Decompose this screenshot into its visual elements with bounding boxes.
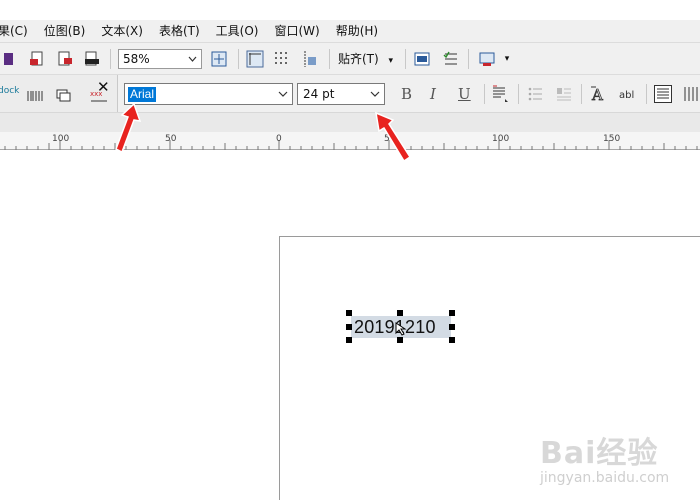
export-icon[interactable]: [56, 50, 74, 68]
selection-handle[interactable]: [346, 310, 352, 316]
menu-bar: 果(C) 位图(B) 文本(X) 表格(T) 工具(O) 窗口(W) 帮助(H): [0, 20, 700, 42]
italic-button[interactable]: I: [430, 85, 436, 103]
selection-handle[interactable]: [449, 310, 455, 316]
full-screen-preview-icon[interactable]: [210, 50, 228, 68]
bold-button[interactable]: B: [401, 85, 412, 103]
import-icon[interactable]: [29, 50, 47, 68]
selection-handle[interactable]: [346, 337, 352, 343]
welcome-screen-icon[interactable]: [413, 50, 431, 68]
bullet-list-icon[interactable]: [527, 85, 545, 103]
ruler-ticks: [4, 140, 698, 150]
ruler-label: 50: [165, 134, 177, 144]
svg-text:xxx: xxx: [90, 90, 102, 98]
toolbar-separator: [238, 49, 239, 69]
ruler-label: 100: [492, 134, 510, 144]
chevron-down-icon: [278, 87, 288, 97]
menu-effects[interactable]: 果(C): [0, 20, 36, 42]
toolbar-separator: [468, 49, 469, 69]
snap-to-button[interactable]: 贴齐(T) ▾: [338, 50, 393, 68]
chevron-down-icon: [188, 50, 197, 75]
baidu-watermark: Bai经验 jingyan.baidu.com: [530, 422, 700, 492]
horizontal-ruler[interactable]: 100 50 0 50 100 150: [0, 132, 700, 150]
watermark-brand: Bai经验: [540, 436, 659, 471]
font-size-value: 24 pt: [303, 87, 335, 101]
font-size-select[interactable]: 24 pt: [297, 83, 385, 105]
application-launcher-icon[interactable]: [478, 50, 496, 68]
docker-panel: ✕ dock xxx: [0, 75, 118, 113]
text-frame-icon[interactable]: [654, 85, 672, 103]
chevron-down-icon: [370, 87, 380, 97]
selection-handle[interactable]: [397, 310, 403, 316]
selection-handle[interactable]: [346, 324, 352, 330]
caret-down-icon: ▾: [388, 56, 394, 66]
options-icon[interactable]: [442, 50, 460, 68]
ruler-label: 50: [384, 134, 396, 144]
title-strip: [0, 0, 700, 20]
edit-text-button[interactable]: abl: [619, 87, 634, 105]
docker-panel-label: dock: [0, 86, 20, 96]
snap-to-label: 贴齐(T): [338, 52, 379, 66]
selection-handle[interactable]: [449, 324, 455, 330]
text-align-icon[interactable]: [491, 85, 509, 103]
zoom-level-select[interactable]: 58%: [118, 49, 202, 69]
underline-button[interactable]: U: [458, 85, 471, 103]
menu-bitmaps[interactable]: 位图(B): [36, 20, 94, 42]
layers-icon[interactable]: [55, 88, 73, 107]
toolbar-separator: [110, 49, 111, 69]
watermark-url: jingyan.baidu.com: [540, 470, 670, 486]
show-guidelines-icon[interactable]: [300, 50, 318, 68]
print-merge-icon[interactable]: xxx: [90, 89, 108, 108]
drop-cap-icon[interactable]: [555, 85, 573, 103]
font-list-select[interactable]: Arial: [124, 83, 293, 105]
toolbar-separator: [405, 49, 406, 69]
menu-window[interactable]: 窗口(W): [266, 20, 327, 42]
selection-handle[interactable]: [449, 337, 455, 343]
move-cursor-icon: [395, 322, 407, 339]
barcode-icon[interactable]: [27, 89, 45, 106]
toolbar-separator: [484, 84, 485, 104]
toolbar-separator: [646, 84, 647, 104]
property-bar: ✕ dock xxx Arial 24 pt B I U A abl: [0, 74, 700, 113]
menu-help[interactable]: 帮助(H): [328, 20, 386, 42]
launcher-caret-icon[interactable]: ▾: [498, 50, 516, 68]
toolbar-separator: [329, 49, 330, 69]
app-launcher-icon[interactable]: [0, 50, 18, 68]
character-formatting-icon[interactable]: A: [590, 85, 608, 103]
standard-toolbar: 58% 贴齐(T) ▾ ▾: [0, 42, 700, 74]
toolbar-separator: [581, 84, 582, 104]
menu-tools[interactable]: 工具(O): [208, 20, 267, 42]
menu-text[interactable]: 文本(X): [93, 20, 151, 42]
svg-text:A: A: [591, 86, 603, 103]
toolbar-separator: [518, 84, 519, 104]
publish-pdf-icon[interactable]: [83, 50, 101, 68]
vertical-text-icon[interactable]: [682, 85, 700, 103]
font-name-value: Arial: [128, 87, 157, 102]
ruler-label: 0: [276, 134, 282, 144]
menu-table[interactable]: 表格(T): [151, 20, 208, 42]
ruler-gutter: [0, 112, 700, 132]
show-grid-icon[interactable]: [273, 50, 291, 68]
ruler-label: 100: [52, 134, 70, 144]
ruler-label: 150: [603, 134, 621, 144]
show-rulers-icon[interactable]: [246, 50, 264, 68]
zoom-level-value: 58%: [123, 52, 150, 66]
